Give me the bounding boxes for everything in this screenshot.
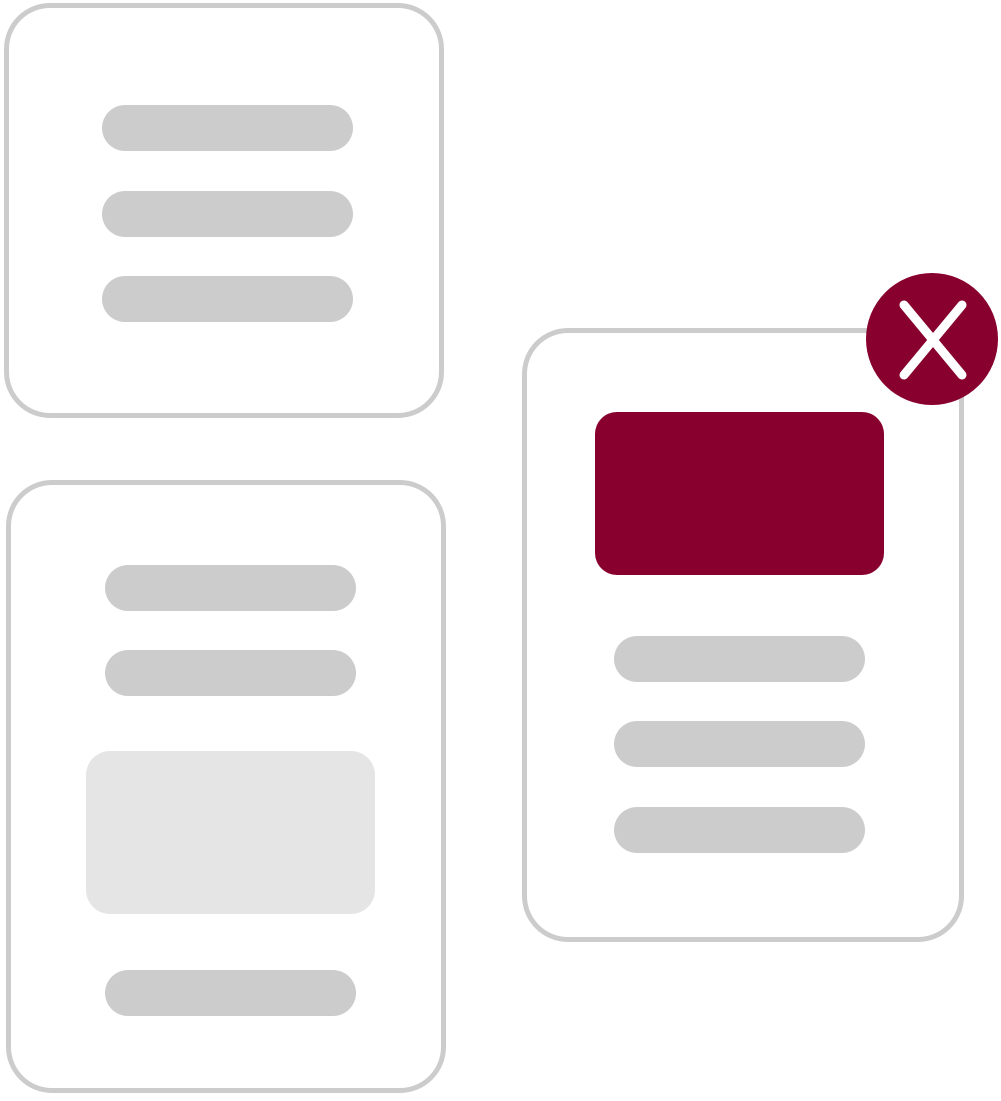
placeholder-line	[105, 970, 356, 1016]
placeholder-line	[614, 721, 865, 767]
placeholder-line	[102, 276, 353, 322]
image-placeholder-block	[86, 751, 375, 914]
placeholder-line	[105, 565, 356, 611]
close-icon	[899, 300, 967, 380]
placeholder-line	[614, 807, 865, 853]
placeholder-line	[102, 105, 353, 151]
card-top-left	[4, 3, 444, 418]
placeholder-line	[614, 636, 865, 682]
diagram-canvas	[0, 0, 1001, 1101]
reject-badge	[866, 273, 998, 405]
placeholder-line	[105, 650, 356, 696]
placeholder-line	[102, 191, 353, 237]
card-rejected	[522, 328, 964, 942]
highlighted-image-block	[595, 412, 884, 575]
card-bottom-left	[6, 480, 446, 1093]
